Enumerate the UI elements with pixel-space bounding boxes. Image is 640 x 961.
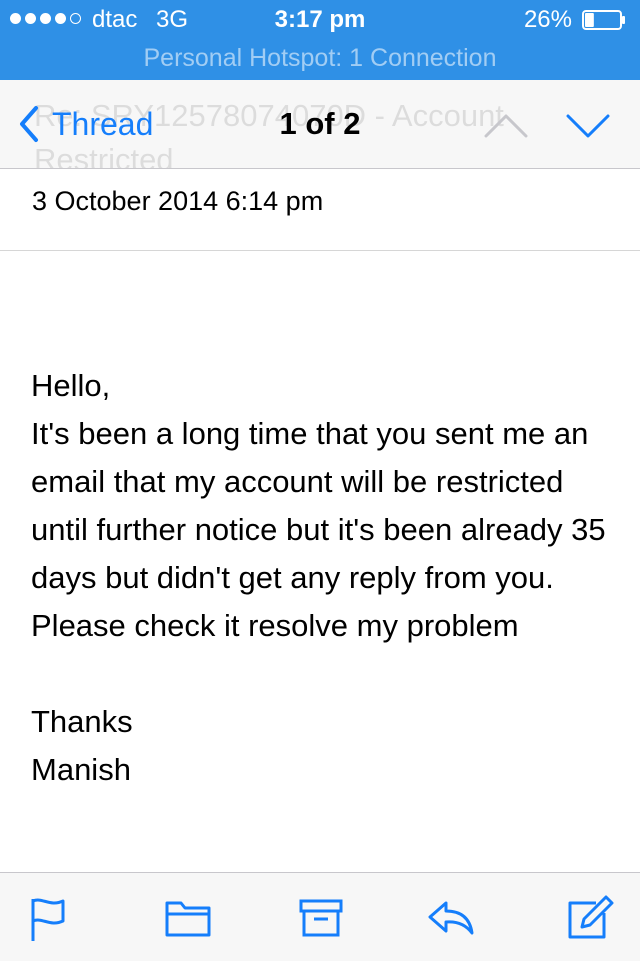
bottom-toolbar (0, 872, 640, 961)
chevron-up-icon[interactable] (482, 108, 530, 142)
battery-icon (582, 10, 625, 30)
navigation-bar: Re: SRY12578074070D - Account Restricted… (0, 80, 640, 169)
archive-icon[interactable] (298, 895, 344, 939)
message-date: 3 October 2014 6:14 pm (32, 186, 324, 216)
message-counter: 1 of 2 (279, 106, 361, 141)
message-body: Hello, It's been a long time that you se… (31, 362, 621, 794)
chevron-down-icon[interactable] (564, 108, 612, 142)
hotspot-banner[interactable]: Personal Hotspot: 1 Connection (0, 44, 640, 73)
folder-icon[interactable] (164, 895, 212, 939)
body-request: Please check it resolve my problem (31, 608, 519, 643)
compose-icon[interactable] (566, 895, 614, 939)
message-header: 3 October 2014 6:14 pm (0, 168, 640, 251)
flag-icon[interactable] (28, 895, 68, 941)
status-bar: dtac 3G 3:17 pm 26% Personal Hotspot: 1 … (0, 0, 640, 80)
greeting: Hello, (31, 368, 111, 403)
battery-percent: 26% (523, 6, 572, 33)
signature: Manish (31, 752, 131, 787)
reply-icon[interactable] (424, 895, 476, 939)
body-paragraph: It's been a long time that you sent me a… (31, 416, 606, 595)
closing: Thanks (31, 704, 133, 739)
